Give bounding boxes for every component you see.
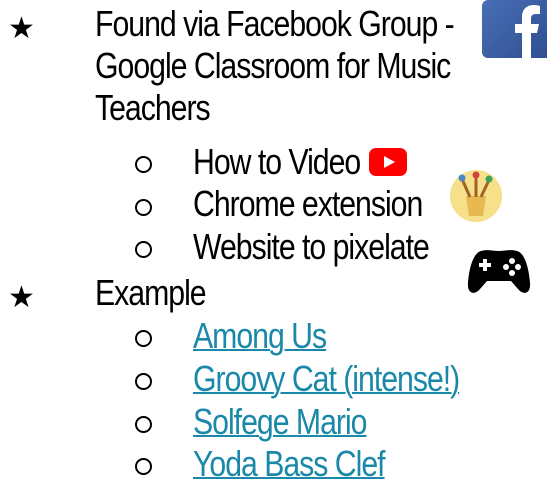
subitem-label: Chrome extension <box>193 183 423 224</box>
circle-bullet <box>135 458 152 475</box>
subitem-label: How to Video <box>193 141 361 182</box>
circle-bullet <box>135 373 152 390</box>
bullet-text-line: Example <box>95 272 207 313</box>
bullet-text-line: Google Classroom for Music <box>95 45 451 86</box>
circle-bullet <box>135 241 152 258</box>
subitem-label: Website to pixelate <box>193 226 430 267</box>
star-bullet: ★ <box>8 281 35 314</box>
link-groovy-cat[interactable]: Groovy Cat (intense!) <box>193 358 460 400</box>
bullet-text-line: Teachers <box>95 87 211 128</box>
facebook-icon <box>482 0 547 58</box>
youtube-icon <box>369 148 407 176</box>
circle-bullet <box>135 330 152 347</box>
circle-bullet <box>135 416 152 433</box>
game-controller-icon <box>467 243 531 297</box>
star-bullet: ★ <box>8 12 35 45</box>
circle-bullet <box>135 156 152 173</box>
link-among-us[interactable]: Among Us <box>193 315 327 357</box>
link-yoda-bass-clef[interactable]: Yoda Bass Clef <box>193 443 386 485</box>
paint-brushes-icon <box>450 170 502 222</box>
link-solfege-mario[interactable]: Solfege Mario <box>193 401 367 443</box>
bullet-text-line: Found via Facebook Group - <box>95 3 455 44</box>
circle-bullet <box>135 199 152 216</box>
